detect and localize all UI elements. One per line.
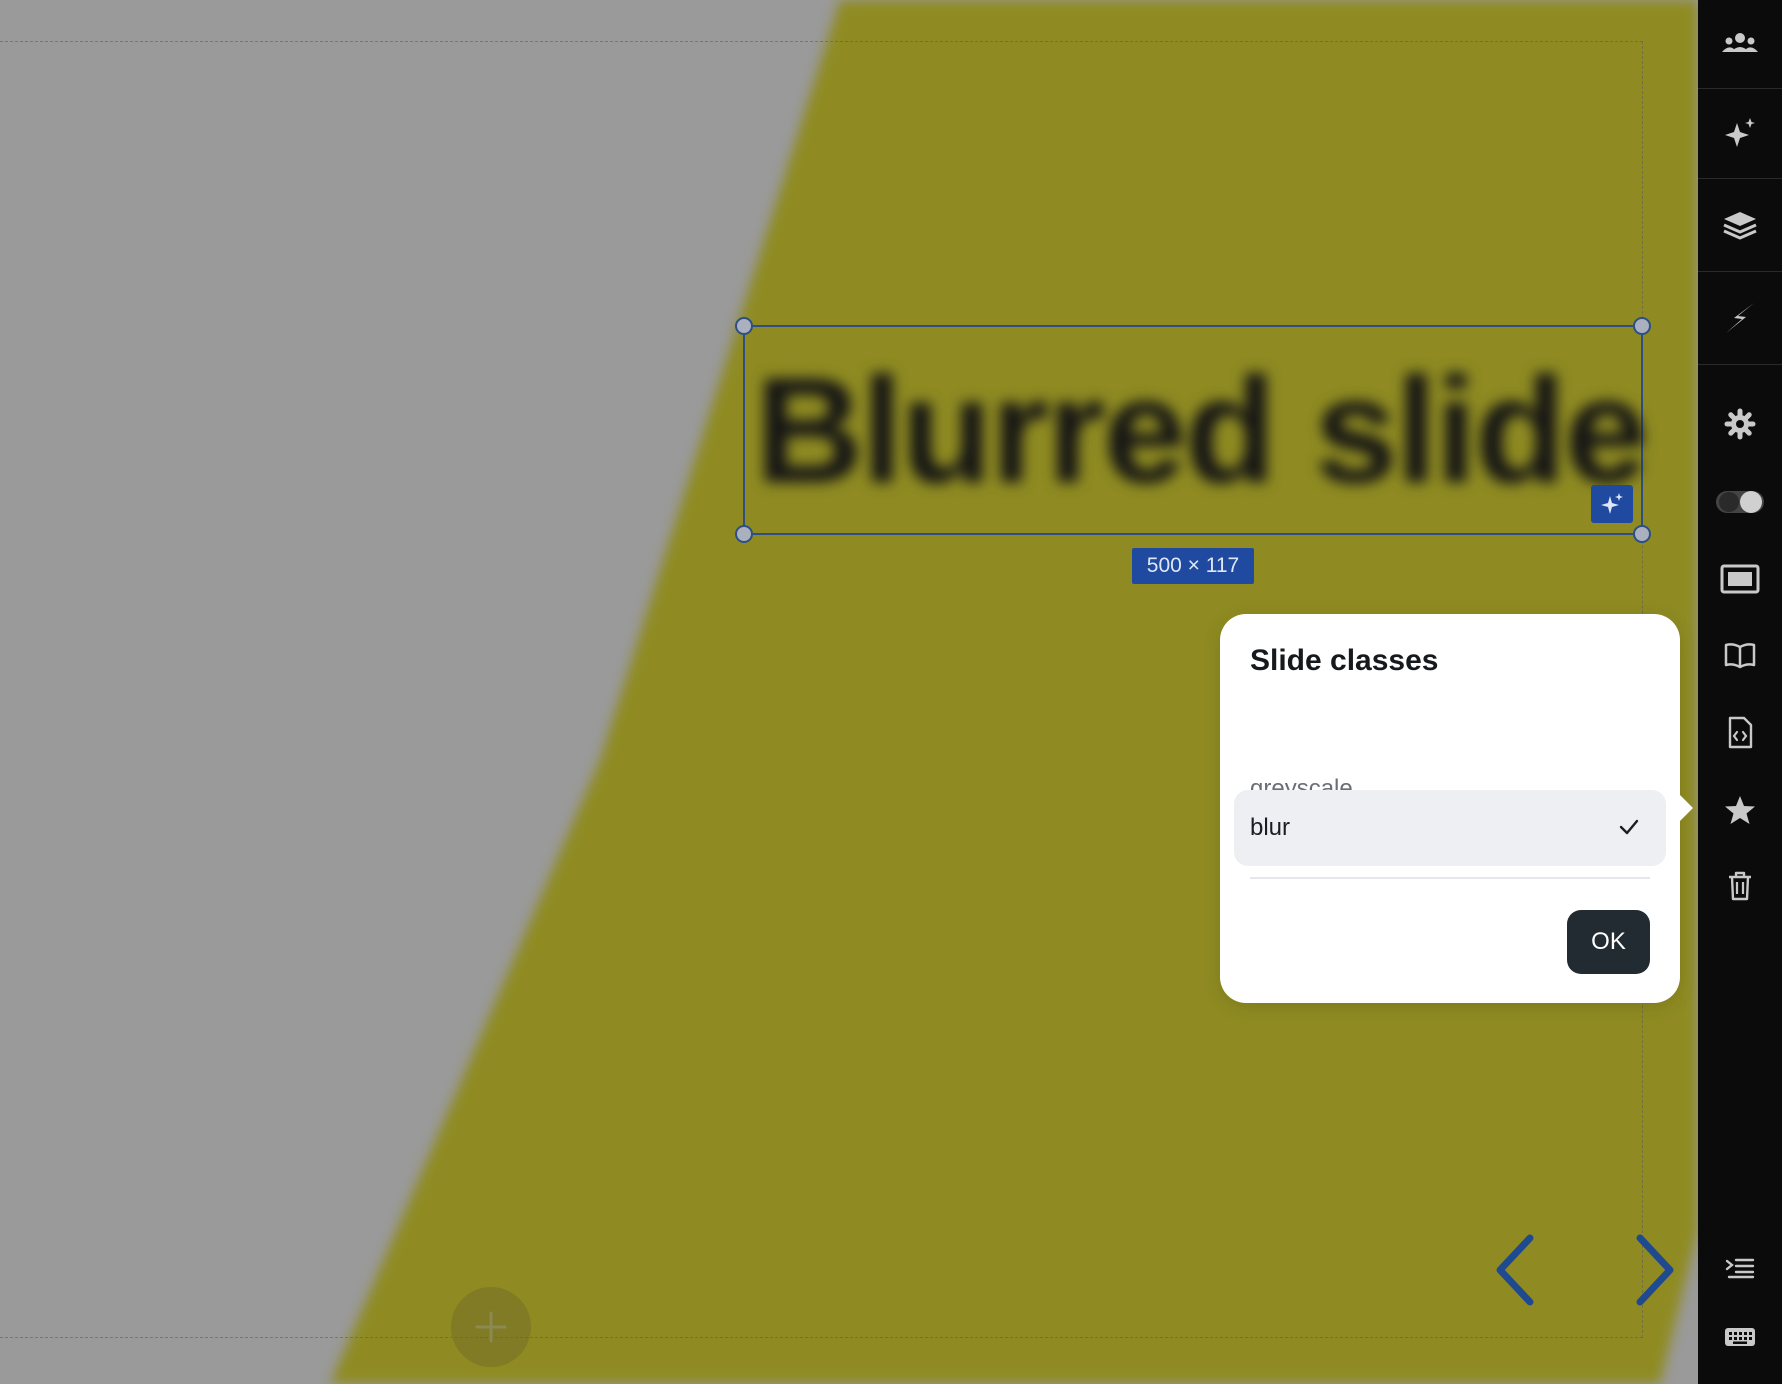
trash-icon <box>1729 871 1751 901</box>
resize-handle-top-right[interactable] <box>1633 317 1651 335</box>
previous-slide-button[interactable] <box>1488 1230 1548 1310</box>
resize-handle-bottom-right[interactable] <box>1633 525 1651 543</box>
right-toolbar <box>1698 0 1782 1384</box>
actions-button[interactable] <box>1698 272 1782 364</box>
sparkle-icon <box>1725 118 1755 147</box>
outline-icon <box>1725 1258 1755 1279</box>
ai-sparkle-button[interactable] <box>1591 485 1633 523</box>
dimension-badge: 500 × 117 <box>1132 548 1254 584</box>
code-file-icon <box>1728 716 1753 749</box>
delete-button[interactable] <box>1698 858 1782 914</box>
option-label: blur <box>1250 814 1291 841</box>
layers-icon <box>1723 212 1757 240</box>
keyboard-shortcuts-button[interactable] <box>1698 1309 1782 1365</box>
popover-divider <box>1250 877 1650 879</box>
ok-button[interactable]: OK <box>1567 910 1650 974</box>
toggle-icon <box>1716 491 1764 513</box>
plus-icon <box>475 1311 507 1343</box>
slide-classes-popover: Slide classes greyscale blur OK <box>1220 614 1693 1003</box>
option-blur[interactable]: blur <box>1234 790 1666 866</box>
ai-button[interactable] <box>1698 89 1782 177</box>
gear-icon <box>1724 408 1756 440</box>
present-button[interactable] <box>1698 551 1782 607</box>
chevron-left-icon <box>1496 1234 1534 1306</box>
toolbar-separator <box>1698 364 1782 365</box>
present-icon <box>1720 564 1760 594</box>
next-slide-button[interactable] <box>1622 1230 1682 1310</box>
settings-button[interactable] <box>1698 396 1782 452</box>
layers-button[interactable] <box>1698 179 1782 271</box>
keyboard-icon <box>1725 1328 1755 1346</box>
source-button[interactable] <box>1698 705 1782 761</box>
people-icon <box>1722 33 1758 52</box>
selected-text-box[interactable]: Blurred slide <box>735 317 1651 543</box>
book-icon <box>1724 643 1756 669</box>
resize-handle-bottom-left[interactable] <box>735 525 753 543</box>
chevron-right-icon <box>1636 1234 1674 1306</box>
slide-heading[interactable]: Blurred slide <box>755 345 1648 515</box>
collaborators-button[interactable] <box>1698 0 1782 88</box>
check-icon <box>1619 819 1639 835</box>
favorites-button[interactable] <box>1698 782 1782 838</box>
resize-handle-top-left[interactable] <box>735 317 753 335</box>
lightning-icon <box>1726 303 1754 333</box>
add-slide-button[interactable] <box>451 1287 531 1367</box>
popover-title: Slide classes <box>1250 644 1439 677</box>
sparkle-icon <box>1601 493 1623 514</box>
docs-button[interactable] <box>1698 627 1782 683</box>
outline-button[interactable] <box>1698 1240 1782 1296</box>
star-icon <box>1725 796 1755 824</box>
theme-toggle[interactable] <box>1698 474 1782 530</box>
